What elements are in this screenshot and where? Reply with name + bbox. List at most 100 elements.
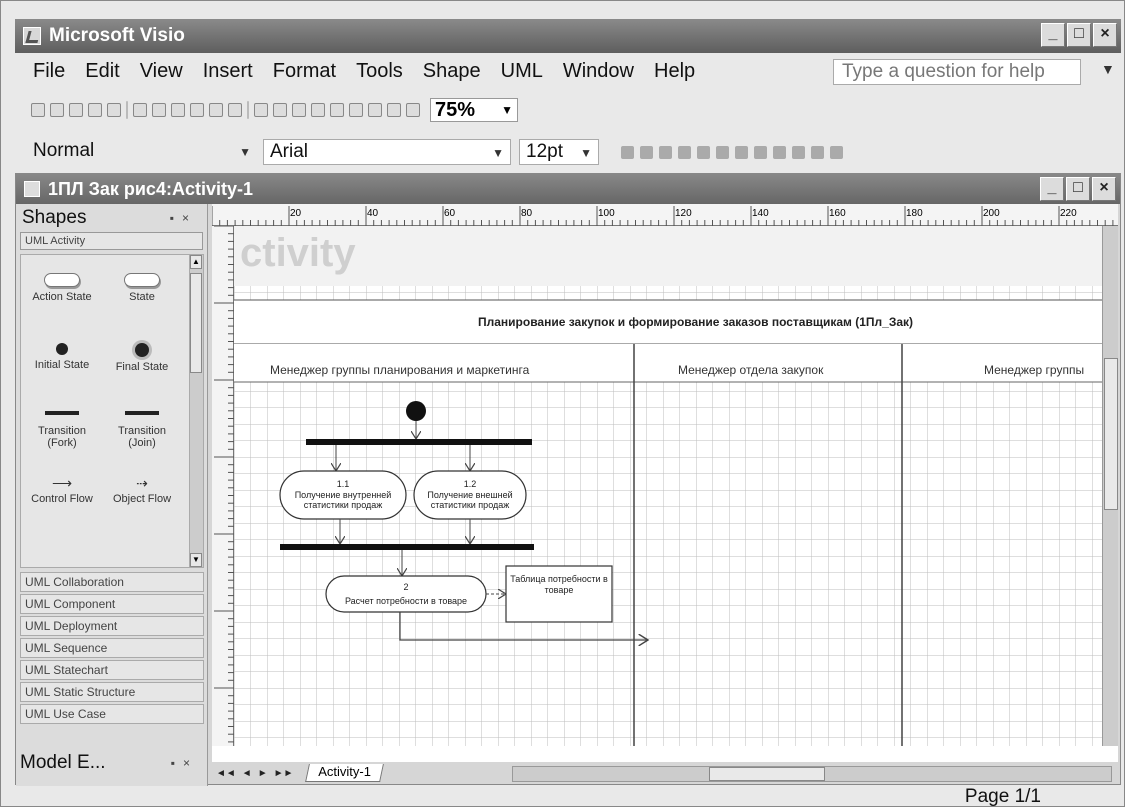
menu-view[interactable]: View <box>140 60 183 83</box>
panel-pin-icon[interactable]: ▪× <box>170 211 197 225</box>
next-page-icon[interactable]: ► <box>258 768 268 779</box>
align-center-icon[interactable] <box>697 145 710 159</box>
fork-bar[interactable] <box>306 439 532 445</box>
shape-initial-state[interactable]: Initial State <box>27 343 97 371</box>
maximize-button[interactable]: □ <box>1067 23 1091 47</box>
copy-icon[interactable] <box>190 103 204 117</box>
stencil-scroll-thumb[interactable] <box>190 273 202 373</box>
prev-page-icon[interactable]: ◄ <box>242 768 252 779</box>
line-pattern-icon[interactable] <box>811 145 824 159</box>
stencil-uml-component[interactable]: UML Component <box>20 594 204 614</box>
paste-icon[interactable] <box>209 103 223 117</box>
connector-icon[interactable] <box>330 103 344 117</box>
style-combo[interactable]: Normal ▼ <box>27 139 257 165</box>
save-icon[interactable] <box>69 103 83 117</box>
action-state-icon <box>44 273 80 287</box>
font-size-dropdown-icon[interactable]: ▼ <box>580 141 592 165</box>
align-left-icon[interactable] <box>678 145 691 159</box>
menu-tools[interactable]: Tools <box>356 60 403 83</box>
font-combo[interactable]: Arial ▼ <box>263 139 511 165</box>
vertical-scroll-thumb[interactable] <box>1104 358 1118 510</box>
line-color-icon[interactable] <box>754 145 767 159</box>
font-size-combo[interactable]: 12pt ▼ <box>519 139 599 165</box>
preview-icon[interactable] <box>133 103 147 117</box>
line-ends-icon[interactable] <box>830 145 843 159</box>
stencil-uml-sequence[interactable]: UML Sequence <box>20 638 204 658</box>
new-icon[interactable] <box>31 103 45 117</box>
stencil-uml-activity[interactable]: UML Activity <box>20 232 203 250</box>
stencil-scrollbar[interactable]: ▲ ▼ <box>189 255 203 567</box>
vertical-scrollbar[interactable] <box>1102 226 1118 746</box>
menu-format[interactable]: Format <box>273 60 336 83</box>
horizontal-scrollbar[interactable] <box>512 766 1112 782</box>
undo-icon[interactable] <box>254 103 268 117</box>
menu-file[interactable]: File <box>33 60 65 83</box>
line-icon[interactable] <box>387 103 401 117</box>
close-button[interactable]: × <box>1093 23 1117 47</box>
font-value: Arial <box>270 141 309 162</box>
object-flow-icon: ⇢ <box>136 475 148 491</box>
activity-label-wrap: Получение внутренней статистики продаж <box>295 490 392 510</box>
shape-join[interactable]: Transition (Join) <box>107 403 177 449</box>
menu-uml[interactable]: UML <box>501 60 543 83</box>
shape-control-flow[interactable]: ⟶ Control Flow <box>27 476 97 505</box>
print-icon[interactable] <box>107 103 121 117</box>
style-dropdown-icon[interactable]: ▼ <box>239 140 251 164</box>
text-icon[interactable] <box>349 103 363 117</box>
drawing-area[interactable]: 20 40 60 80 100 120 140 160 180 200 220 <box>212 204 1118 764</box>
scroll-down-icon[interactable]: ▼ <box>190 553 202 567</box>
initial-state-node[interactable] <box>406 401 426 421</box>
menu-edit[interactable]: Edit <box>85 60 119 83</box>
shape-final-state[interactable]: Final State <box>107 343 177 373</box>
stencil-uml-statechart[interactable]: UML Statechart <box>20 660 204 680</box>
doc-minimize-button[interactable]: _ <box>1040 177 1064 201</box>
shape-action-state[interactable]: Action State <box>27 273 97 303</box>
menu-shape[interactable]: Shape <box>423 60 481 83</box>
format-painter-icon[interactable] <box>228 103 242 117</box>
diagram-canvas[interactable]: ctivity Планирование закупок и формирова… <box>234 226 1118 746</box>
zoom-combo[interactable]: 75% ▼ <box>430 98 518 122</box>
menu-insert[interactable]: Insert <box>203 60 253 83</box>
shape-state[interactable]: State <box>107 273 177 303</box>
shapes-icon[interactable] <box>292 103 306 117</box>
cut-icon[interactable] <box>171 103 185 117</box>
minimize-button[interactable]: _ <box>1041 23 1065 47</box>
zoom-dropdown-icon[interactable]: ▼ <box>501 99 513 121</box>
first-page-icon[interactable]: ◄◄ <box>216 768 236 779</box>
line-weight-icon[interactable] <box>792 145 805 159</box>
pointer-icon[interactable] <box>311 103 325 117</box>
shape-fork[interactable]: Transition (Fork) <box>27 403 97 449</box>
stencil-uml-use-case[interactable]: UML Use Case <box>20 704 204 724</box>
menu-help[interactable]: Help <box>654 60 695 83</box>
model-explorer-header[interactable]: Model E... ▪× <box>20 748 204 778</box>
doc-maximize-button[interactable]: □ <box>1066 177 1090 201</box>
last-page-icon[interactable]: ►► <box>274 768 294 779</box>
email-icon[interactable] <box>88 103 102 117</box>
join-bar[interactable] <box>280 544 534 550</box>
doc-close-button[interactable]: × <box>1092 177 1116 201</box>
help-search-input[interactable]: Type a question for help <box>833 59 1081 85</box>
stencil-uml-deployment[interactable]: UML Deployment <box>20 616 204 636</box>
panel-pin-icon[interactable]: ▪× <box>171 756 198 770</box>
rotate-icon[interactable] <box>406 103 420 117</box>
stencil-label: UML Statechart <box>25 663 108 677</box>
spelling-icon[interactable] <box>152 103 166 117</box>
page-tab-activity-1[interactable]: Activity-1 <box>305 764 385 782</box>
scroll-up-icon[interactable]: ▲ <box>190 255 202 269</box>
text-color-icon[interactable] <box>735 145 748 159</box>
horizontal-scroll-thumb[interactable] <box>709 767 825 781</box>
rectangle-icon[interactable] <box>368 103 382 117</box>
menu-window[interactable]: Window <box>563 60 634 83</box>
underline-icon[interactable] <box>659 145 672 159</box>
italic-icon[interactable] <box>640 145 653 159</box>
open-icon[interactable] <box>50 103 64 117</box>
bold-icon[interactable] <box>621 145 634 159</box>
font-dropdown-icon[interactable]: ▼ <box>492 141 504 165</box>
fill-color-icon[interactable] <box>773 145 786 159</box>
redo-icon[interactable] <box>273 103 287 117</box>
stencil-uml-collaboration[interactable]: UML Collaboration <box>20 572 204 592</box>
shape-object-flow[interactable]: ⇢ Object Flow <box>107 475 177 505</box>
align-right-icon[interactable] <box>716 145 729 159</box>
help-dropdown-icon[interactable]: ▼ <box>1101 61 1115 77</box>
stencil-uml-static-structure[interactable]: UML Static Structure <box>20 682 204 702</box>
